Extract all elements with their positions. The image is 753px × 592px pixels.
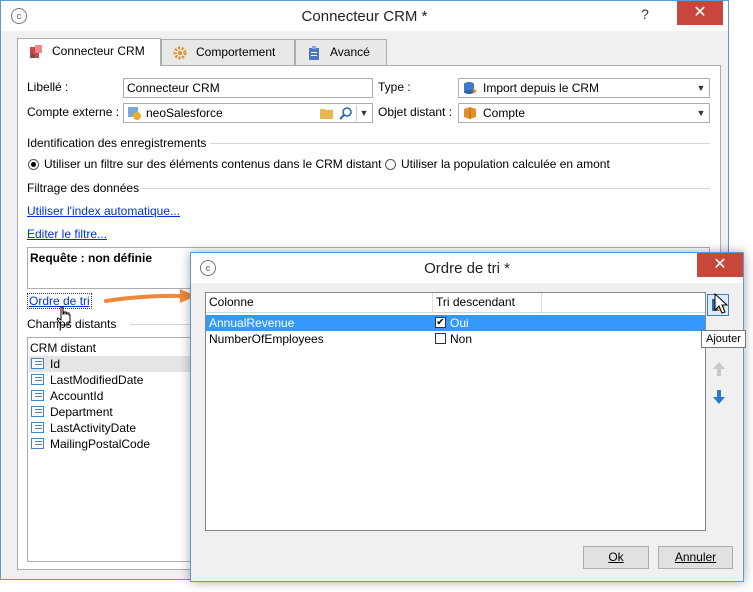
- chevron-down-icon[interactable]: ▼: [694, 80, 708, 96]
- gear-icon: [173, 46, 187, 60]
- descending-checkbox[interactable]: ✔: [435, 317, 446, 328]
- objet-select[interactable]: Compte ▼: [458, 103, 710, 123]
- list-item[interactable]: MailingPostalCode: [29, 436, 200, 452]
- compte-value: neoSalesforce: [146, 106, 223, 120]
- field-list-icon: [31, 374, 44, 385]
- field-name: Department: [50, 405, 113, 419]
- crm-column-header: CRM distant: [30, 341, 97, 355]
- row-descending-value: Oui: [450, 316, 469, 330]
- search-icon[interactable]: [339, 106, 353, 120]
- arrow-up-icon[interactable]: [712, 361, 726, 377]
- close-button[interactable]: ✕: [677, 1, 723, 25]
- cancel-label: Annuler: [674, 550, 717, 564]
- row-column-name: NumberOfEmployees: [209, 332, 324, 346]
- database-icon: [464, 82, 477, 94]
- descending-checkbox[interactable]: [435, 333, 446, 344]
- tab-label: Connecteur CRM: [52, 44, 145, 58]
- column-header-tri[interactable]: Tri descendant: [433, 293, 542, 313]
- table-row[interactable]: NumberOfEmployees Non: [206, 331, 705, 347]
- section-divider: [210, 143, 710, 144]
- type-select[interactable]: Import depuis le CRM ▼: [458, 78, 710, 98]
- libelle-field[interactable]: Connecteur CRM: [123, 78, 373, 98]
- field-name: LastModifiedDate: [50, 373, 144, 387]
- list-item[interactable]: LastModifiedDate: [29, 372, 200, 388]
- dialog-close-button[interactable]: ✕: [697, 253, 743, 277]
- edit-filter-link[interactable]: Editer le filtre...: [27, 227, 107, 241]
- objet-value: Compte: [483, 106, 526, 120]
- query-text: Requête : non définie: [30, 251, 153, 265]
- field-list-icon: [31, 406, 44, 417]
- tab-comportement[interactable]: Comportement: [161, 39, 295, 65]
- identification-section-title: Identification des enregistrements: [27, 136, 207, 150]
- crm-connector-icon: [30, 45, 42, 58]
- column-header-empty: [542, 293, 705, 313]
- type-value: Import depuis le CRM: [483, 81, 600, 95]
- object-icon: [464, 107, 476, 119]
- dialog-title-bar: c Ordre de tri * ✕: [191, 253, 743, 283]
- objet-label: Objet distant :: [378, 105, 453, 119]
- callout-arrow: [104, 289, 196, 303]
- field-name: AccountId: [50, 389, 104, 403]
- sort-grid: Colonne Tri descendant AnnualRevenue ✔ O…: [205, 292, 706, 531]
- pointer-cursor-icon: [714, 293, 729, 314]
- chevron-down-icon[interactable]: ▼: [694, 105, 708, 121]
- tab-connecteur-crm[interactable]: Connecteur CRM: [17, 38, 161, 66]
- champs-section-title: Champs distants: [27, 317, 117, 331]
- section-divider: [140, 188, 710, 189]
- list-item[interactable]: Department: [29, 404, 200, 420]
- folder-icon[interactable]: [320, 107, 333, 119]
- add-tooltip: Ajouter: [701, 330, 746, 348]
- compte-label: Compte externe :: [27, 105, 120, 119]
- tab-label: Comportement: [196, 45, 276, 59]
- type-label: Type :: [378, 80, 411, 94]
- dialog-title: Ordre de tri *: [424, 260, 510, 277]
- radio-population[interactable]: [385, 159, 396, 170]
- account-icon: [128, 107, 141, 120]
- window-title: Connecteur CRM *: [301, 8, 428, 25]
- row-descending-value: Non: [450, 332, 473, 346]
- tab-avance[interactable]: Avancé: [295, 39, 387, 65]
- list-item[interactable]: LastActivityDate: [29, 420, 200, 436]
- ok-button[interactable]: Ok: [583, 546, 649, 569]
- column-header-colonne[interactable]: Colonne: [206, 293, 433, 313]
- table-row[interactable]: AnnualRevenue ✔ Oui: [206, 315, 705, 331]
- field-list-icon: [31, 390, 44, 401]
- title-bar: c Connecteur CRM * ? ✕: [1, 1, 728, 31]
- compte-field[interactable]: neoSalesforce ▼: [123, 103, 373, 123]
- help-icon[interactable]: ?: [634, 5, 656, 25]
- sort-order-dialog: c Ordre de tri * ✕ Colonne Tri descendan…: [190, 252, 746, 582]
- ok-label: Ok: [608, 550, 624, 564]
- field-list-icon: [31, 422, 44, 433]
- field-name: MailingPostalCode: [50, 437, 151, 451]
- field-list-icon: [31, 438, 44, 449]
- radio-filter-label[interactable]: Utiliser un filtre sur des éléments cont…: [44, 157, 381, 171]
- arrow-down-icon[interactable]: [712, 389, 726, 405]
- filtrage-section-title: Filtrage des données: [27, 181, 140, 195]
- tab-label: Avancé: [330, 45, 370, 59]
- field-name: Id: [50, 357, 61, 371]
- crm-fields-list: CRM distant Id LastModifiedDate AccountId D…: [27, 337, 202, 562]
- row-column-name: AnnualRevenue: [209, 316, 295, 330]
- auto-index-link[interactable]: Utiliser l'index automatique...: [27, 204, 180, 218]
- cancel-button[interactable]: Annuler: [658, 546, 733, 569]
- chevron-down-icon[interactable]: ▼: [356, 105, 371, 121]
- radio-filter[interactable]: [28, 159, 39, 170]
- field-name: LastActivityDate: [50, 421, 137, 435]
- clipboard-icon: [309, 46, 319, 60]
- field-list-icon: [31, 358, 44, 369]
- list-item[interactable]: Id: [29, 356, 200, 372]
- radio-population-label[interactable]: Utiliser la population calculée en amont: [401, 157, 610, 171]
- libelle-label: Libellé :: [27, 80, 69, 94]
- list-item[interactable]: AccountId: [29, 388, 200, 404]
